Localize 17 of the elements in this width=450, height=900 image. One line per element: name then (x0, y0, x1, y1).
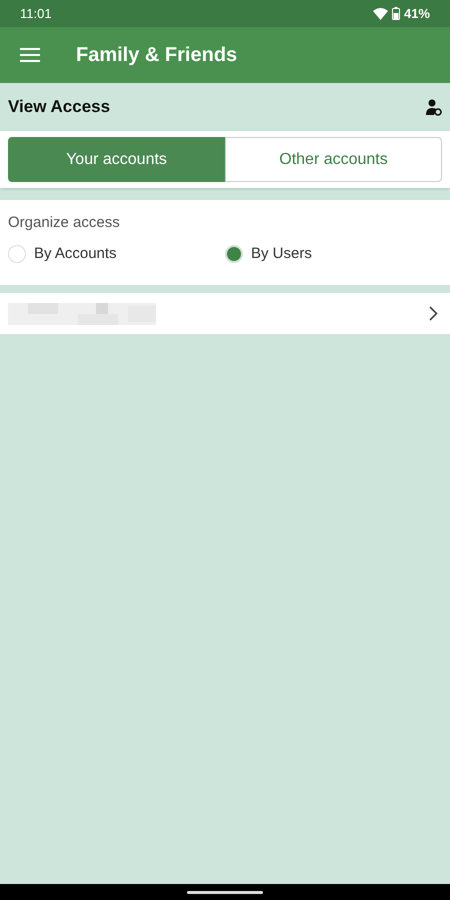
chevron-right-icon (429, 306, 438, 321)
menu-icon[interactable] (20, 48, 40, 62)
user-settings-icon[interactable] (425, 98, 442, 116)
battery-icon (392, 7, 400, 20)
battery-percent: 41% (404, 4, 430, 23)
radio-label: By Accounts (34, 244, 117, 264)
organize-label: Organize access (8, 213, 121, 233)
tab[interactable]: Other accounts (225, 137, 442, 182)
section-title: View Access (8, 96, 110, 118)
app-title: Family & Friends (76, 43, 238, 68)
radio-label: By Users (251, 244, 312, 264)
home-indicator[interactable] (187, 890, 263, 894)
status-time: 11:01 (20, 4, 52, 23)
wifi-icon (372, 8, 388, 20)
radio-button[interactable] (225, 244, 243, 263)
tab[interactable]: Your accounts (8, 137, 225, 182)
radio-button[interactable] (8, 244, 26, 263)
